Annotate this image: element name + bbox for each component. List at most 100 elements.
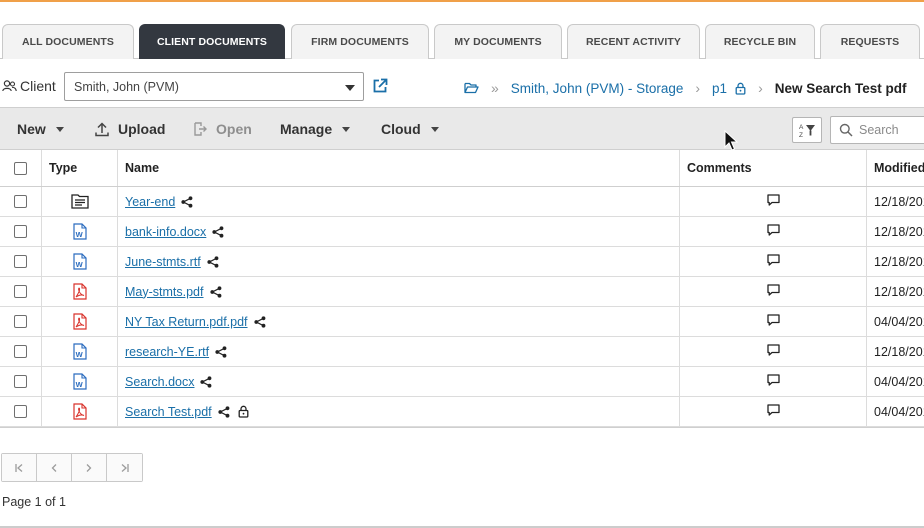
select-all-checkbox[interactable] bbox=[14, 161, 27, 175]
row-checkbox[interactable] bbox=[14, 405, 27, 418]
table-row[interactable]: May-stmts.pdf 12/18/2019 bbox=[0, 277, 924, 307]
prev-page-button[interactable] bbox=[37, 454, 72, 481]
share-icon[interactable] bbox=[218, 405, 230, 418]
modified-cell: 12/18/2019 bbox=[867, 247, 924, 276]
sort-filter-button[interactable]: AZ bbox=[792, 117, 822, 143]
word-doc-icon: W bbox=[72, 223, 87, 240]
open-button[interactable]: Open bbox=[193, 108, 252, 150]
word-doc-icon: W bbox=[72, 253, 87, 270]
table-row[interactable]: Search Test.pdf 04/04/2019 bbox=[0, 397, 924, 427]
table-row[interactable]: W Search.docx 04/04/2019 bbox=[0, 367, 924, 397]
file-name-link[interactable]: June-stmts.rtf bbox=[125, 255, 201, 269]
manage-button[interactable]: Manage bbox=[280, 108, 351, 150]
share-icon[interactable] bbox=[207, 255, 219, 268]
mouse-cursor-icon bbox=[724, 129, 739, 155]
chevron-down-icon bbox=[55, 126, 64, 132]
table-row[interactable]: W research-YE.rtf 12/18/2019 bbox=[0, 337, 924, 367]
table-row[interactable]: Year-end 12/18/2019 bbox=[0, 187, 924, 217]
table-row[interactable]: W bank-info.docx 12/18/2019 bbox=[0, 217, 924, 247]
comment-icon[interactable] bbox=[766, 404, 780, 419]
file-name-link[interactable]: Search Test.pdf bbox=[125, 405, 212, 419]
last-page-icon bbox=[121, 463, 129, 472]
column-header-modified[interactable]: Modified bbox=[867, 150, 924, 186]
client-select[interactable]: Smith, John (PVM) bbox=[64, 72, 364, 101]
comment-icon[interactable] bbox=[766, 194, 780, 209]
share-icon[interactable] bbox=[200, 375, 212, 388]
chevron-left-icon bbox=[51, 463, 57, 472]
file-name-link[interactable]: bank-info.docx bbox=[125, 225, 206, 239]
file-name-link[interactable]: Search.docx bbox=[125, 375, 194, 389]
breadcrumb-storage-link[interactable]: Smith, John (PVM) - Storage bbox=[511, 81, 684, 96]
row-checkbox[interactable] bbox=[14, 255, 27, 268]
file-name-link[interactable]: NY Tax Return.pdf.pdf bbox=[125, 315, 248, 329]
first-page-button[interactable] bbox=[2, 454, 37, 481]
modified-date: 12/18/2019 bbox=[874, 344, 924, 359]
first-page-icon bbox=[15, 463, 23, 472]
tab-client-documents[interactable]: CLIENT DOCUMENTS bbox=[139, 24, 285, 59]
next-page-button[interactable] bbox=[72, 454, 107, 481]
upload-button-label: Upload bbox=[118, 121, 166, 137]
table-row[interactable]: NY Tax Return.pdf.pdf 04/04/2019 bbox=[0, 307, 924, 337]
row-checkbox[interactable] bbox=[14, 225, 27, 238]
tab-firm-documents[interactable]: FIRM DOCUMENTS bbox=[291, 24, 429, 59]
row-checkbox[interactable] bbox=[14, 315, 27, 328]
modified-date: 12/18/2019 bbox=[874, 284, 924, 299]
tab-recycle-bin[interactable]: RECYCLE BIN bbox=[705, 24, 815, 59]
row-checkbox[interactable] bbox=[14, 345, 27, 358]
tab-all-documents[interactable]: ALL DOCUMENTS bbox=[2, 24, 134, 59]
comment-icon[interactable] bbox=[766, 254, 780, 269]
file-name-link[interactable]: Year-end bbox=[125, 195, 175, 209]
share-icon[interactable] bbox=[181, 195, 193, 208]
last-page-button[interactable] bbox=[107, 454, 142, 481]
modified-cell: 04/04/2019 bbox=[867, 367, 924, 396]
modified-date: 12/18/2019 bbox=[874, 194, 924, 209]
comment-icon[interactable] bbox=[766, 284, 780, 299]
open-button-label: Open bbox=[216, 121, 252, 137]
pager bbox=[1, 453, 143, 482]
row-checkbox-cell bbox=[0, 187, 42, 216]
comments-cell bbox=[680, 367, 867, 396]
svg-text:W: W bbox=[75, 350, 83, 359]
chevron-down-icon bbox=[342, 126, 351, 132]
svg-text:W: W bbox=[75, 230, 83, 239]
breadcrumb-separator: › bbox=[695, 80, 701, 96]
comments-cell bbox=[680, 187, 867, 216]
comment-icon[interactable] bbox=[766, 344, 780, 359]
comment-icon[interactable] bbox=[766, 224, 780, 239]
name-cell: June-stmts.rtf bbox=[118, 247, 680, 276]
row-checkbox-cell bbox=[0, 367, 42, 396]
client-select-value: Smith, John (PVM) bbox=[74, 80, 179, 94]
tab-recent-activity[interactable]: RECENT ACTIVITY bbox=[567, 24, 700, 59]
folder-open-icon[interactable] bbox=[464, 82, 479, 94]
row-checkbox[interactable] bbox=[14, 375, 27, 388]
table-row[interactable]: W June-stmts.rtf 12/18/2019 bbox=[0, 247, 924, 277]
upload-button[interactable]: Upload bbox=[95, 108, 165, 150]
file-name-link[interactable]: research-YE.rtf bbox=[125, 345, 209, 359]
comment-icon[interactable] bbox=[766, 314, 780, 329]
cloud-button[interactable]: Cloud bbox=[381, 108, 439, 150]
comment-icon[interactable] bbox=[766, 374, 780, 389]
grid-header-row: Type Name Comments Modified bbox=[0, 150, 924, 187]
search-box[interactable] bbox=[830, 116, 924, 144]
share-icon[interactable] bbox=[253, 315, 266, 328]
share-icon[interactable] bbox=[212, 225, 224, 238]
file-name-link[interactable]: May-stmts.pdf bbox=[125, 285, 204, 299]
column-header-comments[interactable]: Comments bbox=[680, 150, 867, 186]
client-label: Client bbox=[2, 78, 56, 94]
row-checkbox[interactable] bbox=[14, 195, 27, 208]
share-icon[interactable] bbox=[209, 285, 222, 298]
tab-my-documents[interactable]: MY DOCUMENTS bbox=[434, 24, 562, 59]
type-cell: W bbox=[42, 367, 118, 396]
search-input[interactable] bbox=[859, 123, 924, 137]
row-checkbox[interactable] bbox=[14, 285, 27, 298]
type-cell bbox=[42, 277, 118, 306]
breadcrumb-p1-link[interactable]: p1 bbox=[712, 81, 727, 96]
column-header-type[interactable]: Type bbox=[42, 150, 118, 186]
column-header-name[interactable]: Name bbox=[118, 150, 680, 186]
external-link-icon[interactable] bbox=[372, 78, 388, 97]
new-button[interactable]: New bbox=[17, 108, 64, 150]
modified-date: 04/04/2019 bbox=[874, 404, 924, 419]
tab-requests[interactable]: REQUESTS bbox=[820, 24, 920, 59]
share-icon[interactable] bbox=[215, 345, 227, 358]
comments-cell bbox=[680, 397, 867, 426]
